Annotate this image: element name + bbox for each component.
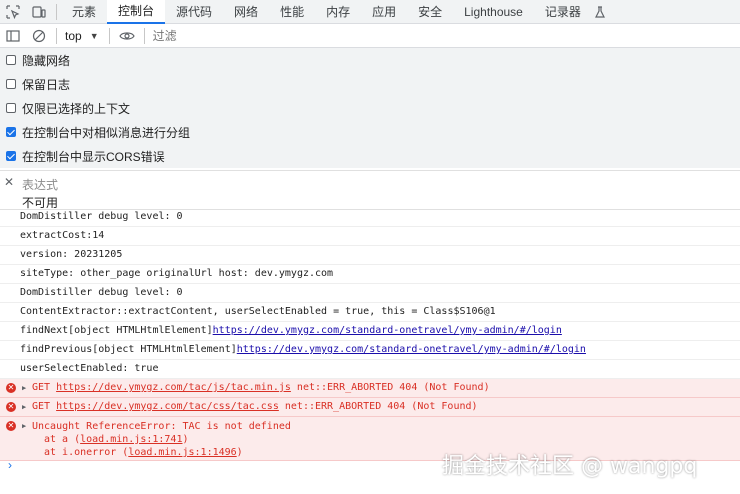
toolbar-divider [56, 27, 57, 44]
tab-2[interactable]: 源代码 [165, 0, 223, 24]
dropdown-caret-icon: ▼ [89, 30, 99, 41]
log-link[interactable]: https://dev.ymygz.com/standard-onetravel… [213, 325, 562, 336]
toolbar-divider [108, 27, 110, 44]
log-text: version: 20231205 [20, 249, 123, 260]
tab-8[interactable]: Lighthouse [453, 0, 534, 24]
devtools-tab-bar: 元素 控制台 源代码 网络 性能 内存 应用 安全 Lighthouse 记录器 [0, 0, 740, 24]
stack-frame-link[interactable]: load.min.js:1:741 [80, 434, 182, 445]
exception-message: Uncaught ReferenceError: TAC is not defi… [32, 421, 291, 432]
log-text: findNext[object HTMLHtmlElement] [20, 325, 213, 336]
inspect-element-icon[interactable] [0, 0, 26, 24]
clear-console-icon[interactable] [26, 24, 52, 48]
stack-frame-close: ) [182, 434, 189, 445]
log-text: findPrevious[object HTMLHtmlElement] [20, 344, 237, 355]
checkbox[interactable] [6, 151, 16, 161]
error-suffix: net::ERR_ABORTED 404 (Not Found) [290, 382, 490, 393]
error-icon: ✕ [6, 402, 16, 412]
error-line: ✕ ▶ GET https://dev.ymygz.com/tac/js/tac.m… [0, 379, 740, 398]
log-line: extractCost:14 [0, 227, 740, 246]
error-prefix: GET [32, 382, 57, 393]
expand-triangle-icon[interactable]: ▶ [22, 379, 26, 397]
toolbar-divider [143, 27, 145, 44]
checkbox[interactable] [6, 79, 16, 89]
tab-9[interactable]: 记录器 [534, 0, 592, 24]
tab-1[interactable]: 控制台 [107, 0, 166, 24]
log-text: DomDistiller debug level: 0 [20, 211, 183, 222]
tab-6[interactable]: 应用 [361, 0, 407, 24]
log-text: userSelectEnabled: true [20, 363, 159, 374]
stack-frame: at a (load.min.js:1:741) [32, 433, 740, 446]
expand-triangle-icon[interactable]: ▶ [22, 398, 26, 416]
console-settings-panel: 隐藏网络保留日志仅限已选择的上下文在控制台中对相似消息进行分组 在控制台中显示CO… [0, 48, 740, 168]
live-expression: ✕ 表达式 不可用 [0, 170, 740, 210]
tab-5[interactable]: 内存 [315, 0, 361, 24]
log-text: extractCost:14 [20, 230, 105, 241]
log-text: DomDistiller debug level: 0 [20, 287, 183, 298]
log-link[interactable]: https://dev.ymygz.com/standard-onetravel… [237, 344, 586, 355]
recorder-flask-icon [592, 0, 608, 24]
error-line: ✕ ▶ GET https://dev.ymygz.com/tac/css/tac.… [0, 398, 740, 417]
prompt-chevron-icon: › [8, 458, 12, 472]
tab-4[interactable]: 性能 [269, 0, 315, 24]
error-link[interactable]: https://dev.ymygz.com/tac/js/tac.min.js [56, 382, 291, 393]
setting-label: 仅限已选择的上下文 [22, 101, 131, 116]
error-link[interactable]: https://dev.ymygz.com/tac/css/tac.css [56, 401, 279, 412]
setting-label: 保留日志 [22, 77, 71, 92]
sidebar-toggle-icon[interactable] [0, 24, 26, 48]
log-line: version: 20231205 [0, 246, 740, 265]
error-suffix: net::ERR_ABORTED 404 (Not Found) [278, 401, 478, 412]
console-toolbar: top ▼ [0, 24, 740, 48]
log-line: DomDistiller debug level: 0 [0, 284, 740, 303]
live-expression-eye-icon[interactable] [114, 24, 140, 48]
setting-row[interactable]: 保留日志 [0, 72, 740, 96]
log-text: ContentExtractor::extractContent, userSe… [20, 306, 496, 317]
tab-3[interactable]: 网络 [223, 0, 269, 24]
context-selector-label: top [65, 28, 82, 43]
watermark: 掘金技术社区 @ wangpq [442, 454, 698, 479]
device-toolbar-icon[interactable] [26, 0, 52, 24]
log-line: userSelectEnabled: true [0, 360, 740, 379]
checkbox[interactable] [6, 103, 16, 113]
log-line: findNext[object HTMLHtmlElement]https://… [0, 322, 740, 341]
setting-row[interactable]: 隐藏网络 [0, 48, 740, 72]
filter-input[interactable] [148, 24, 715, 47]
tab-0[interactable]: 元素 [61, 0, 107, 24]
toolbar-divider [56, 3, 57, 20]
stack-frame-at: at a ( [44, 434, 81, 445]
setting-row[interactable]: 仅限已选择的上下文 [0, 96, 740, 120]
checkbox[interactable] [6, 127, 16, 137]
log-line: DomDistiller debug level: 0 [0, 208, 740, 227]
live-expression-name[interactable]: 表达式 [22, 176, 58, 193]
error-icon: ✕ [6, 421, 16, 431]
expand-triangle-icon[interactable]: ▶ [22, 420, 26, 433]
error-icon: ✕ [6, 383, 16, 393]
checkbox[interactable] [6, 55, 16, 65]
setting-row[interactable]: 在控制台中显示CORS错误 [0, 144, 740, 168]
log-line: siteType: other_page originalUrl host: d… [0, 265, 740, 284]
setting-row[interactable]: 在控制台中对相似消息进行分组 [0, 120, 740, 144]
log-line: ContentExtractor::extractContent, userSe… [0, 303, 740, 322]
log-text: siteType: other_page originalUrl host: d… [20, 268, 334, 279]
close-icon[interactable]: ✕ [4, 175, 14, 189]
log-line: findPrevious[object HTMLHtmlElement]http… [0, 341, 740, 360]
tab-7[interactable]: 安全 [407, 0, 453, 24]
context-selector[interactable]: top ▼ [61, 29, 105, 43]
setting-label: 隐藏网络 [22, 53, 71, 68]
error-prefix: GET [32, 401, 57, 412]
setting-label: 在控制台中对相似消息进行分组 [22, 125, 191, 140]
setting-label: 在控制台中显示CORS错误 [22, 149, 165, 164]
console-messages: DomDistiller debug level: 0 extractCost:1… [0, 208, 740, 461]
